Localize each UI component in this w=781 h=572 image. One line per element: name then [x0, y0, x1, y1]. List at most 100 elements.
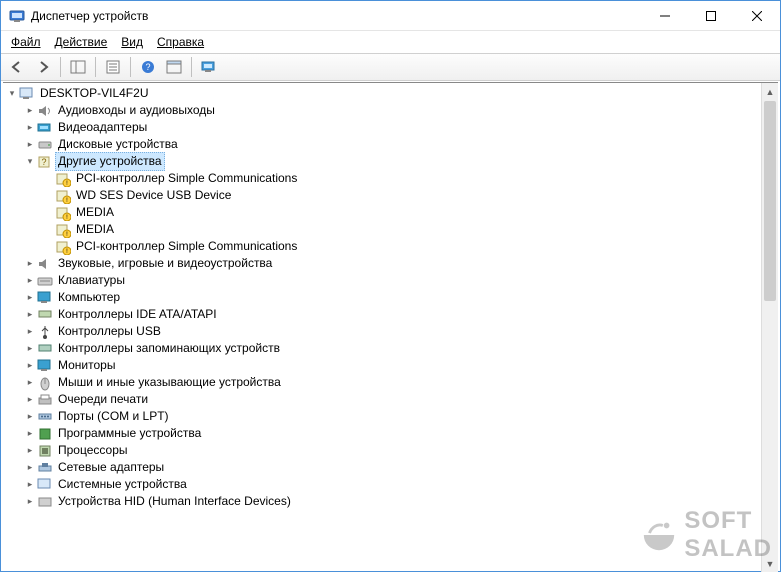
- tree-category-video[interactable]: ▸ Видеоадаптеры: [5, 119, 778, 136]
- expander-icon[interactable]: ▸: [23, 342, 37, 356]
- vertical-scrollbar[interactable]: ▲ ▼: [761, 83, 778, 572]
- expander-icon[interactable]: ▸: [23, 495, 37, 509]
- help-button[interactable]: ?: [136, 56, 160, 78]
- window-controls: [642, 1, 780, 31]
- show-hide-tree-button[interactable]: [66, 56, 90, 78]
- expander-icon[interactable]: ▸: [23, 444, 37, 458]
- expander-icon[interactable]: ▸: [23, 376, 37, 390]
- scroll-thumb[interactable]: [764, 101, 776, 301]
- expander-icon[interactable]: ▸: [23, 393, 37, 407]
- tree-label: Очереди печати: [55, 391, 151, 408]
- scroll-down-icon[interactable]: ▼: [762, 555, 778, 572]
- maximize-button[interactable]: [688, 1, 734, 31]
- controller-icon: [37, 307, 53, 323]
- unknown-device-icon: ?: [37, 154, 53, 170]
- tree-label: Клавиатуры: [55, 272, 128, 289]
- tree-label: Дисковые устройства: [55, 136, 181, 153]
- device-tree-pane[interactable]: ▾ DESKTOP-VIL4F2U ▸ Аудиовходы и аудиовы…: [3, 82, 778, 572]
- tree-item[interactable]: ▸ ! MEDIA: [5, 221, 778, 238]
- tree-item[interactable]: ▸ ! PCI-контроллер Simple Communications: [5, 170, 778, 187]
- expander-icon[interactable]: ▾: [23, 155, 37, 169]
- tree-item[interactable]: ▸ ! MEDIA: [5, 204, 778, 221]
- menu-view[interactable]: Вид: [115, 33, 149, 51]
- warning-device-icon: !: [55, 171, 71, 187]
- expander-icon[interactable]: ▸: [23, 325, 37, 339]
- minimize-button[interactable]: [642, 1, 688, 31]
- tree-category-monitor[interactable]: ▸ Мониторы: [5, 357, 778, 374]
- menu-action[interactable]: Действие: [49, 33, 114, 51]
- tree-category-system[interactable]: ▸ Системные устройства: [5, 476, 778, 493]
- tree-label: MEDIA: [73, 221, 117, 238]
- tree-category-usb[interactable]: ▸ Контроллеры USB: [5, 323, 778, 340]
- tree-category-sound[interactable]: ▸ Звуковые, игровые и видеоустройства: [5, 255, 778, 272]
- toolbar-separator: [130, 57, 131, 77]
- tree-root[interactable]: ▾ DESKTOP-VIL4F2U: [5, 85, 778, 102]
- tree-category-computer[interactable]: ▸ Компьютер: [5, 289, 778, 306]
- tree-label: Сетевые адаптеры: [55, 459, 167, 476]
- tree-category-cpu[interactable]: ▸ Процессоры: [5, 442, 778, 459]
- tree-root-label: DESKTOP-VIL4F2U: [37, 85, 151, 102]
- tree-label: Программные устройства: [55, 425, 204, 442]
- tree-category-ide[interactable]: ▸ Контроллеры IDE ATA/ATAPI: [5, 306, 778, 323]
- expander-icon[interactable]: ▸: [23, 308, 37, 322]
- monitor-icon: [37, 358, 53, 374]
- expander-icon[interactable]: ▸: [23, 257, 37, 271]
- svg-text:?: ?: [145, 62, 150, 72]
- tree-category-disk[interactable]: ▸ Дисковые устройства: [5, 136, 778, 153]
- expander-icon[interactable]: ▸: [23, 461, 37, 475]
- menu-help[interactable]: Справка: [151, 33, 210, 51]
- svg-text:?: ?: [41, 157, 46, 167]
- port-icon: [37, 409, 53, 425]
- software-device-icon: [37, 426, 53, 442]
- back-button[interactable]: [5, 56, 29, 78]
- tree-item[interactable]: ▸ ! PCI-контроллер Simple Communications: [5, 238, 778, 255]
- tree-label: PCI-контроллер Simple Communications: [73, 238, 300, 255]
- warning-device-icon: !: [55, 188, 71, 204]
- toolbar: ?: [1, 53, 780, 81]
- expander-icon[interactable]: ▸: [23, 121, 37, 135]
- system-device-icon: [37, 477, 53, 493]
- expander-icon[interactable]: ▸: [23, 427, 37, 441]
- tree-label: Контроллеры USB: [55, 323, 164, 340]
- view-button[interactable]: [162, 56, 186, 78]
- expander-icon[interactable]: ▸: [23, 104, 37, 118]
- expander-icon[interactable]: ▸: [23, 138, 37, 152]
- tree-label: WD SES Device USB Device: [73, 187, 234, 204]
- tree-label: Контроллеры IDE ATA/ATAPI: [55, 306, 220, 323]
- tree-category-hid[interactable]: ▸ Устройства HID (Human Interface Device…: [5, 493, 778, 510]
- speaker-icon: [37, 103, 53, 119]
- scan-hardware-button[interactable]: [197, 56, 221, 78]
- tree-category-mouse[interactable]: ▸ Мыши и иные указывающие устройства: [5, 374, 778, 391]
- properties-button[interactable]: [101, 56, 125, 78]
- tree-category-printq[interactable]: ▸ Очереди печати: [5, 391, 778, 408]
- monitor-icon: [37, 290, 53, 306]
- expander-icon[interactable]: ▸: [23, 359, 37, 373]
- tree-category-audio[interactable]: ▸ Аудиовходы и аудиовыходы: [5, 102, 778, 119]
- close-button[interactable]: [734, 1, 780, 31]
- forward-button[interactable]: [31, 56, 55, 78]
- menu-file[interactable]: Файл: [5, 33, 47, 51]
- expander-icon[interactable]: ▸: [23, 274, 37, 288]
- tree-category-storage[interactable]: ▸ Контроллеры запоминающих устройств: [5, 340, 778, 357]
- tree-label: Другие устройства: [55, 152, 165, 171]
- tree-label: Процессоры: [55, 442, 131, 459]
- tree-category-ports[interactable]: ▸ Порты (COM и LPT): [5, 408, 778, 425]
- expander-icon[interactable]: ▸: [23, 291, 37, 305]
- tree-label: MEDIA: [73, 204, 117, 221]
- tree-category-keyboard[interactable]: ▸ Клавиатуры: [5, 272, 778, 289]
- tree-label: Видеоадаптеры: [55, 119, 150, 136]
- tree-item[interactable]: ▸ ! WD SES Device USB Device: [5, 187, 778, 204]
- expander-icon[interactable]: ▸: [23, 410, 37, 424]
- tree-category-other[interactable]: ▾ ? Другие устройства: [5, 153, 778, 170]
- scroll-up-icon[interactable]: ▲: [762, 83, 778, 100]
- toolbar-separator: [191, 57, 192, 77]
- expander-icon[interactable]: ▾: [5, 87, 19, 101]
- display-adapter-icon: [37, 120, 53, 136]
- tree-label: Устройства HID (Human Interface Devices): [55, 493, 294, 510]
- title-bar: Диспетчер устройств: [1, 1, 780, 31]
- tree-category-software[interactable]: ▸ Программные устройства: [5, 425, 778, 442]
- speaker-icon: [37, 256, 53, 272]
- expander-icon[interactable]: ▸: [23, 478, 37, 492]
- network-icon: [37, 460, 53, 476]
- tree-category-net[interactable]: ▸ Сетевые адаптеры: [5, 459, 778, 476]
